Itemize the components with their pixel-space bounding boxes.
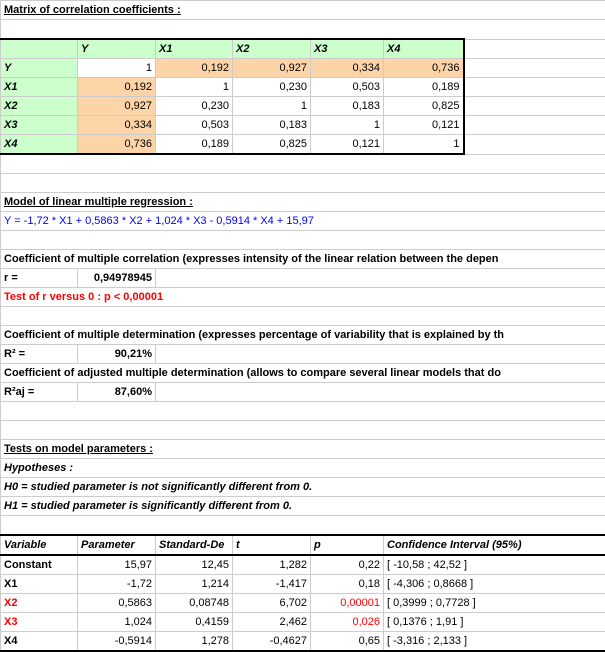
param-value: 1,024 [78,613,156,632]
corr-cell: 0,121 [384,116,464,135]
corr-cell: 1 [156,78,233,97]
row-header-y: Y [1,59,78,78]
corr-cell: 0,192 [78,78,156,97]
sd-value: 0,08748 [156,594,233,613]
tests-title: Tests on model parameters : [1,440,605,459]
p-value: 0,65 [311,632,384,652]
ci-value: [ 0,1376 ; 1,91 ] [384,613,605,632]
corr-cell: 0,334 [311,59,384,78]
r2-value: 90,21% [78,345,156,364]
matrix-title: Matrix of correlation coefficients : [1,1,605,20]
col-header-x1: X1 [156,39,233,59]
corr-cell: 0,736 [78,135,156,155]
corr-cell: 0,927 [78,97,156,116]
r2aj-value: 87,60% [78,383,156,402]
corr-cell: 0,121 [311,135,384,155]
variable-name: X3 [1,613,78,632]
t-value: 1,282 [233,555,311,575]
row-header-x4: X4 [1,135,78,155]
ci-value: [ -10,58 ; 42,52 ] [384,555,605,575]
row-header-x3: X3 [1,116,78,135]
coef-mult-corr-text: Coefficient of multiple correlation (exp… [1,250,605,269]
corr-cell: 0,192 [156,59,233,78]
corr-cell: 1 [233,97,311,116]
t-value: -1,417 [233,575,311,594]
p-value: 0,22 [311,555,384,575]
col-p: p [311,535,384,555]
col-parameter: Parameter [78,535,156,555]
corr-cell: 0,189 [156,135,233,155]
coef-det-text: Coefficient of multiple determination (e… [1,326,605,345]
corr-cell: 0,183 [311,97,384,116]
col-ci: Confidence Interval (95%) [384,535,605,555]
row-header-x1: X1 [1,78,78,97]
t-value: 2,462 [233,613,311,632]
spreadsheet-grid: Matrix of correlation coefficients :YX1X… [0,0,605,652]
col-header-y: Y [78,39,156,59]
variable-name: X4 [1,632,78,652]
variable-name: X2 [1,594,78,613]
ci-value: [ 0,3999 ; 0,7728 ] [384,594,605,613]
corr-cell: 0,503 [311,78,384,97]
p-value: 0,00001 [311,594,384,613]
corr-cell: 0,334 [78,116,156,135]
t-value: 6,702 [233,594,311,613]
h1-text: H1 = studied parameter is significantly … [1,497,605,516]
ci-value: [ -4,306 ; 0,8668 ] [384,575,605,594]
row-header-x2: X2 [1,97,78,116]
param-value: -0,5914 [78,632,156,652]
ci-value: [ -3,316 ; 2,133 ] [384,632,605,652]
param-value: 0,5863 [78,594,156,613]
col-standard-dev: Standard-De [156,535,233,555]
r2-label: R² = [1,345,78,364]
coef-adj-text: Coefficient of adjusted multiple determi… [1,364,605,383]
param-value: 15,97 [78,555,156,575]
h0-text: H0 = studied parameter is not significan… [1,478,605,497]
hypotheses-label: Hypotheses : [1,459,605,478]
corr-cell: 1 [78,59,156,78]
corr-cell: 1 [311,116,384,135]
col-header-x3: X3 [311,39,384,59]
t-value: -0,4627 [233,632,311,652]
col-header-x2: X2 [233,39,311,59]
r-label: r = [1,269,78,288]
p-value: 0,026 [311,613,384,632]
corr-cell: 1 [384,135,464,155]
model-equation: Y = -1,72 * X1 + 0,5863 * X2 + 1,024 * X… [1,212,605,231]
corr-cell: 0,230 [233,78,311,97]
corr-cell: 0,503 [156,116,233,135]
param-value: -1,72 [78,575,156,594]
r2aj-label: R²aj = [1,383,78,402]
sd-value: 0,4159 [156,613,233,632]
corr-cell: 0,189 [384,78,464,97]
corr-cell: 0,230 [156,97,233,116]
sd-value: 1,214 [156,575,233,594]
corr-cell: 0,825 [384,97,464,116]
col-header-x4: X4 [384,39,464,59]
variable-name: Constant [1,555,78,575]
corr-cell: 0,825 [233,135,311,155]
sd-value: 1,278 [156,632,233,652]
col-variable: Variable [1,535,78,555]
corr-cell: 0,183 [233,116,311,135]
corr-cell: 0,927 [233,59,311,78]
col-t: t [233,535,311,555]
corr-cell: 0,736 [384,59,464,78]
sd-value: 12,45 [156,555,233,575]
variable-name: X1 [1,575,78,594]
test-r-text: Test of r versus 0 : p < 0,00001 [1,288,605,307]
model-title: Model of linear multiple regression : [1,193,605,212]
r-value: 0,94978945 [78,269,156,288]
p-value: 0,18 [311,575,384,594]
